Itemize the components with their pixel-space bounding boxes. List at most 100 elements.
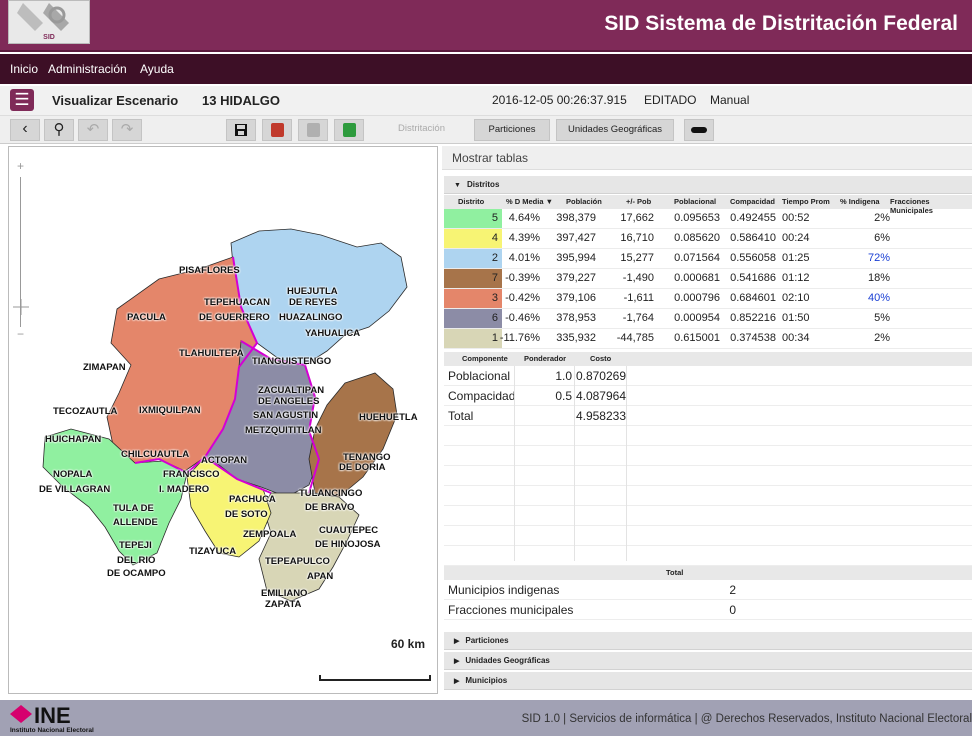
- distrito-color-swatch[interactable]: 6: [444, 309, 502, 328]
- redo-button[interactable]: ↷: [112, 119, 142, 141]
- distrito-cell-indigena: 2%: [874, 212, 890, 224]
- distrito-row[interactable]: 7 -0.39% 379,227 -1,490 0.000681 0.541686 01:1…: [444, 269, 972, 289]
- column-divider: [514, 366, 515, 561]
- distrito-color-swatch[interactable]: 7: [444, 269, 502, 288]
- distrito-row[interactable]: 1 -11.76% 335,932 -44,785 0.615001 0.374538 00…: [444, 329, 972, 349]
- distrito-cell-poblacional: 0.000681: [674, 272, 720, 284]
- col-header[interactable]: % Indigena: [840, 197, 880, 206]
- distrito-row[interactable]: 2 4.01% 395,994 15,277 0.071564 0.556058 01:25…: [444, 249, 972, 269]
- col-header[interactable]: Compacidad: [730, 197, 775, 206]
- unidades-geograficas-button[interactable]: Unidades Geográficas: [556, 119, 674, 141]
- distrito-cell-tiempo: 01:12: [782, 272, 810, 284]
- col-header[interactable]: Componente: [462, 354, 508, 363]
- totales-row: Municipios indigenas 2: [444, 580, 972, 600]
- map-label: IXMIQUILPAN: [139, 405, 201, 416]
- col-header[interactable]: Población: [566, 197, 602, 206]
- distrito-cell-poblacional: 0.095653: [674, 212, 720, 224]
- col-header[interactable]: Distrito: [458, 197, 484, 206]
- map-scale: 60 km: [319, 637, 431, 689]
- map-label: ZEMPOALA: [243, 529, 297, 540]
- map-label: FRANCISCO: [163, 469, 220, 480]
- map-label: METZQUITITLAN: [245, 425, 322, 436]
- totales-cell-value: 0: [729, 603, 736, 617]
- map-label: DE OCAMPO: [107, 568, 166, 579]
- menu-inicio[interactable]: Inicio: [10, 62, 38, 76]
- componente-row: [444, 466, 972, 486]
- glasses-button[interactable]: [684, 119, 714, 141]
- back-button[interactable]: ‹: [10, 119, 40, 141]
- pdf-icon: [270, 123, 284, 137]
- distrito-cell-pob: -1,764: [622, 312, 654, 324]
- distrito-row[interactable]: 4 4.39% 397,427 16,710 0.085620 0.586410 00:24…: [444, 229, 972, 249]
- col-header[interactable]: Poblacional: [674, 197, 716, 206]
- col-header: Total: [666, 568, 684, 577]
- map-label: DE DORIA: [339, 462, 386, 473]
- distrito-color-swatch[interactable]: 4: [444, 229, 502, 248]
- distritos-section-header[interactable]: ▼ Distritos: [444, 176, 972, 194]
- export-pdf-button[interactable]: [262, 119, 292, 141]
- hamburger-menu-icon[interactable]: ☰: [10, 89, 34, 111]
- menu-administracion[interactable]: Administración: [48, 62, 127, 76]
- distrito-cell-indigena: 72%: [867, 252, 890, 264]
- particiones-section-header[interactable]: ▶ Particiones: [444, 632, 972, 650]
- distrito-color-swatch[interactable]: 5: [444, 209, 502, 228]
- show-tables-toggle[interactable]: Mostrar tablas: [442, 146, 972, 170]
- expanded-icon: ▼: [454, 182, 461, 189]
- distrito-cell-pob: 15,277: [620, 252, 654, 264]
- document-icon: [306, 123, 320, 137]
- locate-button[interactable]: ⚲: [44, 119, 74, 141]
- particiones-button[interactable]: Particiones: [474, 119, 550, 141]
- collapsed-icon: ▶: [454, 658, 460, 665]
- map-label: ZAPATA: [265, 599, 302, 610]
- col-header[interactable]: % D Media ▼: [506, 197, 553, 206]
- footer-text: SID 1.0 | Servicios de informática | @ D…: [521, 713, 972, 725]
- toolbar: ‹ ⚲ ↶ ↷ Distritación Particiones Unidade…: [0, 116, 972, 144]
- distrito-cell-pob: -1,490: [622, 272, 654, 284]
- distrito-row[interactable]: 6 -0.46% 378,953 -1,764 0.000954 0.852216 01:5…: [444, 309, 972, 329]
- map-label: TEPEAPULCO: [265, 556, 330, 567]
- distrito-cell-media: 4.64%: [508, 212, 540, 224]
- componente-row: [444, 506, 972, 526]
- componente-cell-costo: 0.870269: [575, 369, 626, 383]
- map-label: TULANCINGO: [299, 488, 363, 499]
- map-label: TIANGUISTENGO: [252, 356, 332, 367]
- distrito-color-swatch[interactable]: 3: [444, 289, 502, 308]
- distrito-cell-media: -0.42%: [505, 292, 540, 304]
- map-label: ZACUALTIPAN: [258, 385, 325, 396]
- distrito-cell-tiempo: 00:24: [782, 232, 810, 244]
- distrito-color-swatch[interactable]: 2: [444, 249, 502, 268]
- menu-ayuda[interactable]: Ayuda: [140, 62, 174, 76]
- distrito-row[interactable]: 5 4.64% 398,379 17,662 0.095653 0.492455 00:52…: [444, 209, 972, 229]
- map-label: CUAUTEPEC: [319, 525, 379, 536]
- export-doc-button[interactable]: [298, 119, 328, 141]
- save-button[interactable]: [226, 119, 256, 141]
- distrito-cell-pob: -1,611: [623, 292, 654, 304]
- totales-row: Fracciones municipales 0: [444, 600, 972, 620]
- distrito-cell-indigena: 40%: [867, 292, 890, 304]
- distritacion-button[interactable]: Distritación: [398, 123, 445, 134]
- unidades-geograficas-section-header[interactable]: ▶ Unidades Geográficas: [444, 652, 972, 670]
- distrito-cell-compacidad: 0.492455: [730, 212, 776, 224]
- tables-panel: Mostrar tablas ▼ Distritos Distrito % D M…: [442, 146, 972, 694]
- map-label: DE ANGELES: [258, 396, 320, 407]
- col-header[interactable]: Costo: [590, 354, 611, 363]
- col-header[interactable]: Ponderador: [524, 354, 566, 363]
- map-panel[interactable]: + − PISAFLORES HUEJUTLA TEPEHUACAN DE RE…: [8, 146, 438, 694]
- distrito-cell-media: 4.01%: [508, 252, 540, 264]
- column-divider: [574, 366, 575, 561]
- distrito-cell-compacidad: 0.374538: [730, 332, 776, 344]
- col-header[interactable]: +/- Pob: [626, 197, 651, 206]
- map-label: YAHUALICA: [305, 328, 361, 339]
- undo-button[interactable]: ↶: [78, 119, 108, 141]
- col-header[interactable]: Tiempo Prom: [782, 197, 830, 206]
- distrito-cell-compacidad: 0.684601: [730, 292, 776, 304]
- distrito-row[interactable]: 3 -0.42% 379,106 -1,611 0.000796 0.684601 02:1…: [444, 289, 972, 309]
- componente-row: Compacidad 0.5 4.087964: [444, 386, 972, 406]
- distrito-color-swatch[interactable]: 1: [444, 329, 502, 348]
- export-csv-button[interactable]: [334, 119, 364, 141]
- distrito-cell-poblacional: 0.000954: [674, 312, 720, 324]
- municipios-section-header[interactable]: ▶ Municipios: [444, 672, 972, 690]
- totales-cell-label: Municipios indigenas: [448, 583, 560, 597]
- distrito-cell-pob: 16,710: [620, 232, 654, 244]
- componente-cell-name: Total: [448, 409, 474, 423]
